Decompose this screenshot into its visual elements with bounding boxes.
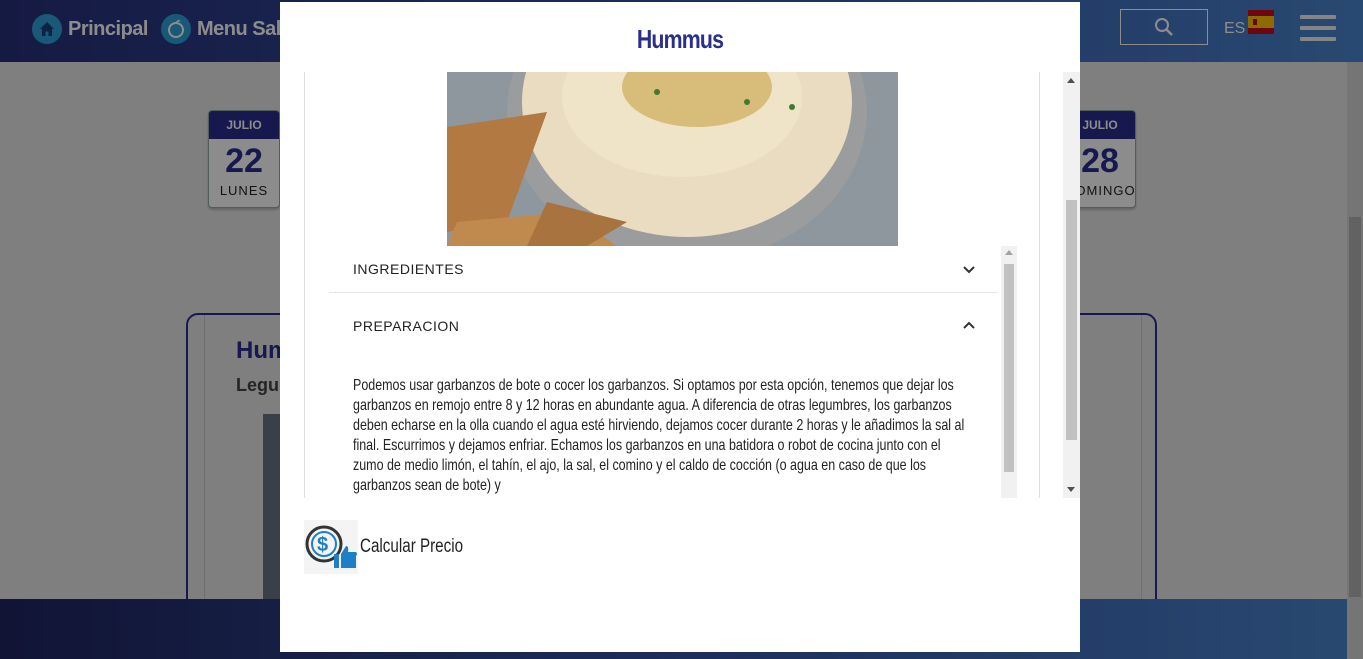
accordion-ingredientes-label: INGREDIENTES (353, 261, 465, 277)
calculate-price-label: Calcular Precio (360, 536, 464, 557)
chevron-up-icon (963, 321, 975, 329)
modal-scrollbar[interactable] (1063, 72, 1080, 498)
recipe-modal: Hummus INGREDIENTES PREPARACION Podemos … (280, 2, 1080, 652)
modal-body: INGREDIENTES PREPARACION Podemos usar ga… (304, 72, 1040, 498)
accordion-ingredientes[interactable]: INGREDIENTES (329, 246, 997, 292)
svg-text:$: $ (317, 534, 328, 556)
accordion: INGREDIENTES PREPARACION Podemos usar ga… (329, 246, 1017, 498)
calculate-price-button[interactable]: $ Calcular Precio (304, 520, 489, 574)
modal-title: Hummus (636, 24, 724, 54)
hummus-photo (447, 72, 898, 246)
accordion-scrollbar[interactable] (1001, 246, 1017, 498)
accordion-preparacion[interactable]: PREPARACION (329, 303, 997, 349)
accordion-preparacion-label: PREPARACION (353, 318, 460, 334)
chevron-down-icon (963, 266, 975, 274)
preparation-text: Podemos usar garbanzos de bote o cocer l… (353, 377, 965, 494)
price-money-icon: $ (304, 520, 358, 574)
divider (329, 292, 997, 293)
